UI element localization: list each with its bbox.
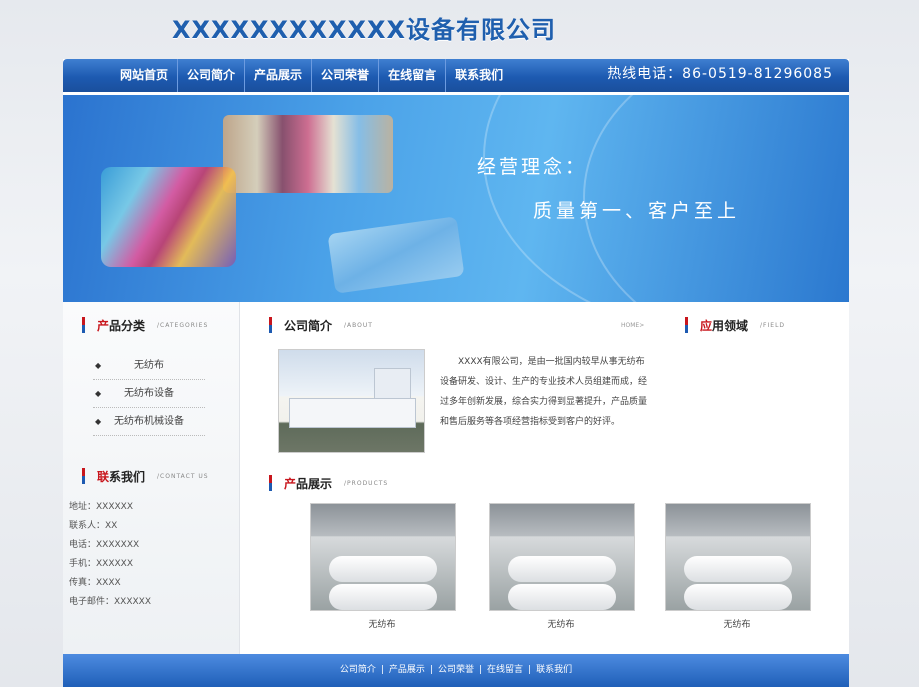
category-item[interactable]: ◆ 无纺布 <box>93 352 205 380</box>
contact-email: 电子邮件：XXXXXX <box>69 597 151 607</box>
product-card[interactable]: 无纺布 <box>489 503 635 630</box>
sidebar: 产品分类 /CATEGORIES ◆ 无纺布 ◆ 无纺布设备 ◆ 无纺布机械设备 联系… <box>63 302 240 654</box>
category-item[interactable]: ◆ 无纺布机械设备 <box>93 408 205 436</box>
contact-address: 地址：XXXXXX <box>69 502 133 512</box>
products-header: 产品展示 /PRODUCTS <box>269 473 388 493</box>
contact-header: 联系我们 /CONTACT US <box>82 466 209 486</box>
home-link[interactable]: HOME> <box>621 322 644 329</box>
banner-slogan-text: 质量第一、客户至上 <box>533 200 741 222</box>
banner-photo-pillows <box>327 216 465 294</box>
bullet-icon: ◆ <box>95 417 102 426</box>
fabric-roll-shape <box>684 556 792 582</box>
bullet-icon: ◆ <box>95 389 102 398</box>
nav-item-home[interactable]: 网站首页 <box>111 59 179 92</box>
site-title: XXXXXXXXXXXX设备有限公司 <box>172 16 557 44</box>
banner-photo-bags <box>101 167 236 267</box>
banner-slogan-title: 经营理念： <box>477 156 588 178</box>
category-list: ◆ 无纺布 ◆ 无纺布设备 ◆ 无纺布机械设备 <box>93 352 205 436</box>
product-caption[interactable]: 无纺布 <box>310 617 454 630</box>
categories-title: 产品分类 <box>97 318 146 333</box>
about-en-label: /ABOUT <box>344 321 373 329</box>
nav-items: 网站首页 公司简介 产品展示 公司荣誉 在线留言 联系我们 <box>111 59 512 92</box>
about-text: XXXX有限公司，是由一批国内较早从事无纺布设备研发、设计、生产的专业技术人员组… <box>440 357 648 427</box>
product-caption[interactable]: 无纺布 <box>665 617 809 630</box>
footer-separator: | <box>528 665 532 675</box>
footer-link-about[interactable]: 公司简介 <box>340 665 376 675</box>
about-title: 公司简介 <box>284 318 333 333</box>
contact-list: 地址：XXXXXX 联系人：XX 电话：XXXXXXX 手机：XXXXXX 传真… <box>69 498 151 612</box>
hotline: 热线电话：86-0519-81296085 <box>607 66 833 82</box>
fabric-roll-shape <box>329 556 437 582</box>
main-nav: 网站首页 公司简介 产品展示 公司荣誉 在线留言 联系我们 热线电话：86-05… <box>63 59 849 92</box>
banner: 经营理念： 质量第一、客户至上 <box>63 95 849 302</box>
application-en-label: /FIELD <box>760 321 786 329</box>
company-building-photo <box>278 349 425 453</box>
product-card[interactable]: 无纺布 <box>665 503 811 630</box>
application-title: 应用领域 <box>700 318 749 333</box>
product-thumbnail[interactable] <box>665 503 811 611</box>
contact-en-label: /CONTACT US <box>157 472 209 480</box>
nav-item-products[interactable]: 产品展示 <box>245 59 313 92</box>
footer-separator: | <box>380 665 384 675</box>
footer-link-products[interactable]: 产品展示 <box>389 665 425 675</box>
contact-mobile: 手机：XXXXXX <box>69 559 133 569</box>
contact-person: 联系人：XX <box>69 521 118 531</box>
footer-link-honors[interactable]: 公司荣誉 <box>438 665 474 675</box>
nav-item-honors[interactable]: 公司荣誉 <box>312 59 380 92</box>
fabric-roll-shape <box>508 584 616 610</box>
product-card[interactable]: 无纺布 <box>310 503 456 630</box>
category-item[interactable]: ◆ 无纺布设备 <box>93 380 205 408</box>
footer-nav: 公司简介 | 产品展示 | 公司荣誉 | 在线留言 | 联系我们 <box>63 654 849 687</box>
building-shape <box>289 398 416 428</box>
section-marker <box>269 317 272 333</box>
banner-photo-fabrics <box>223 115 393 193</box>
products-title: 产品展示 <box>284 476 333 491</box>
products-en-label: /PRODUCTS <box>344 479 389 487</box>
footer-link-message[interactable]: 在线留言 <box>487 665 523 675</box>
contact-title: 联系我们 <box>97 469 146 484</box>
fabric-roll-shape <box>329 584 437 610</box>
product-caption[interactable]: 无纺布 <box>489 617 633 630</box>
section-marker <box>82 317 85 333</box>
section-marker <box>82 468 85 484</box>
fabric-roll-shape <box>508 556 616 582</box>
page-wrapper: 网站首页 公司简介 产品展示 公司荣誉 在线留言 联系我们 热线电话：86-05… <box>63 59 849 687</box>
contact-fax: 传真：XXXX <box>69 578 121 588</box>
nav-item-message[interactable]: 在线留言 <box>379 59 447 92</box>
categories-en-label: /CATEGORIES <box>157 321 209 329</box>
product-thumbnail[interactable] <box>310 503 456 611</box>
about-header: 公司简介 /ABOUT <box>269 315 373 335</box>
application-header: 应用领域 /FIELD <box>685 315 785 335</box>
bullet-icon: ◆ <box>95 361 102 370</box>
nav-item-about[interactable]: 公司简介 <box>178 59 246 92</box>
footer-separator: | <box>479 665 483 675</box>
footer-link-contact[interactable]: 联系我们 <box>536 665 572 675</box>
section-marker <box>685 317 688 333</box>
product-thumbnail[interactable] <box>489 503 635 611</box>
section-marker <box>269 475 272 491</box>
footer-separator: | <box>429 665 433 675</box>
categories-header: 产品分类 /CATEGORIES <box>82 315 208 335</box>
fabric-roll-shape <box>684 584 792 610</box>
nav-item-contact[interactable]: 联系我们 <box>446 59 512 92</box>
contact-phone: 电话：XXXXXXX <box>69 540 140 550</box>
